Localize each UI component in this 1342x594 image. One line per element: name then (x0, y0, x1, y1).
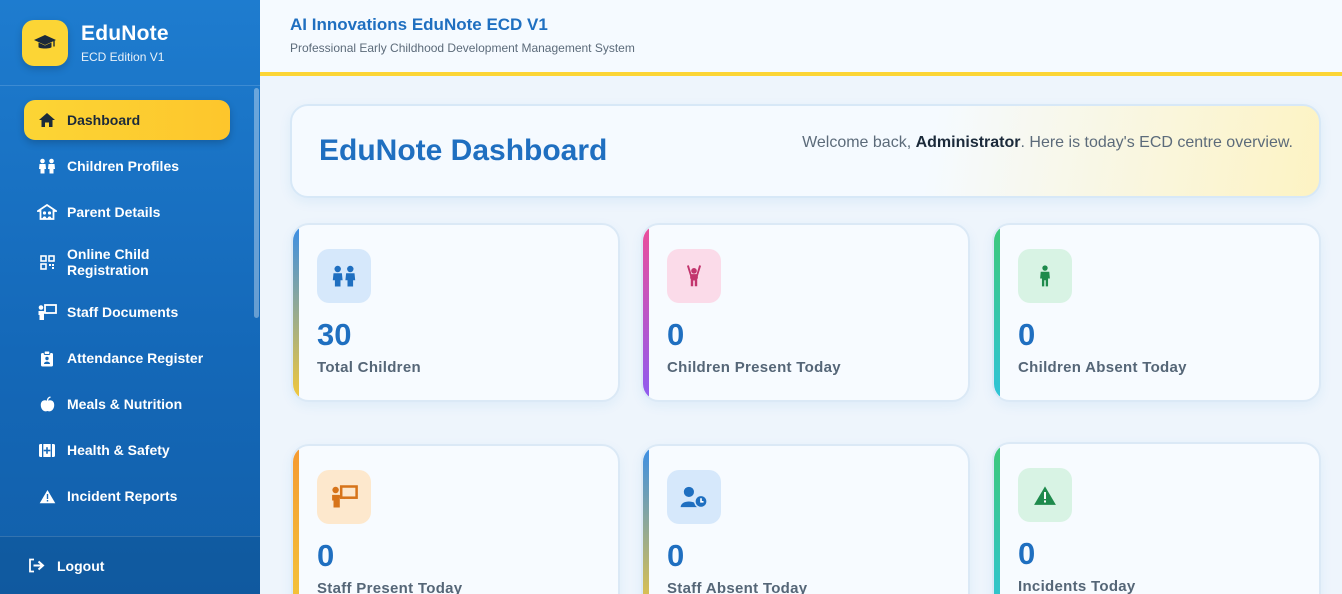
header-subtitle: Professional Early Childhood Development… (290, 41, 635, 55)
stat-label: Staff Present Today (317, 580, 463, 594)
sidebar-item-children-profiles[interactable]: Children Profiles (24, 146, 230, 186)
sidebar-item-attendance-register[interactable]: Attendance Register (24, 338, 230, 378)
sidebar-item-label: Health & Safety (67, 442, 170, 458)
sidebar-item-health-safety[interactable]: Health & Safety (24, 430, 230, 470)
sidebar-item-meals-nutrition[interactable]: Meals & Nutrition (24, 384, 230, 424)
brand[interactable]: EduNote ECD Edition V1 (0, 0, 260, 86)
stat-card-staff-absent[interactable]: 0 Staff Absent Today (641, 444, 970, 594)
stat-card-incidents[interactable]: 0 Incidents Today (992, 442, 1321, 594)
stat-value: 0 (667, 538, 685, 573)
stat-value: 0 (1018, 536, 1036, 571)
stat-label: Total Children (317, 359, 421, 376)
stat-card-children-present[interactable]: 0 Children Present Today (641, 223, 970, 402)
welcome-user: Administrator (915, 134, 1021, 151)
warning-icon (1018, 468, 1072, 522)
welcome-suffix: . Here is today's ECD centre overview. (1020, 134, 1294, 151)
clipboard-icon (37, 348, 57, 368)
user-clock-icon (667, 470, 721, 524)
teacher-icon (317, 470, 371, 524)
qrcode-icon (37, 252, 57, 272)
logout-button[interactable]: Logout (0, 536, 260, 594)
sidebar: EduNote ECD Edition V1 Dashboard Childre… (0, 0, 260, 594)
logout-icon (28, 558, 45, 573)
brand-subtitle: ECD Edition V1 (81, 49, 165, 64)
sidebar-item-label: Meals & Nutrition (67, 396, 183, 412)
stat-card-total-children[interactable]: 30 Total Children (291, 223, 620, 402)
sidebar-item-label: Incident Reports (67, 488, 178, 504)
sidebar-item-dashboard[interactable]: Dashboard (24, 100, 230, 140)
welcome-message: Welcome back, Administrator. Here is tod… (802, 134, 1293, 152)
welcome-prefix: Welcome back, (802, 134, 916, 151)
stat-value: 0 (317, 538, 335, 573)
stat-value: 0 (667, 317, 685, 352)
stat-label: Children Present Today (667, 359, 841, 376)
sidebar-item-label: Children Profiles (67, 158, 180, 174)
sidebar-item-staff-documents[interactable]: Staff Documents (24, 292, 230, 332)
parents-icon (37, 202, 57, 222)
stat-label: Incidents Today (1018, 578, 1136, 594)
stat-card-children-absent[interactable]: 0 Children Absent Today (992, 223, 1321, 402)
top-header: AI Innovations EduNote ECD V1 Profession… (260, 0, 1342, 72)
sidebar-item-label: Staff Documents (67, 304, 179, 320)
children-icon (37, 156, 57, 176)
home-icon (37, 110, 57, 130)
sidebar-item-label: Dashboard (67, 112, 141, 128)
sidebar-item-incident-reports[interactable]: Incident Reports (24, 476, 230, 516)
card-accent (643, 225, 649, 400)
card-accent (293, 225, 299, 400)
sidebar-item-label: Attendance Register (67, 350, 204, 366)
sidebar-nav: Dashboard Children Profiles Parent Detai… (0, 100, 255, 522)
stat-value: 30 (317, 317, 352, 352)
graduation-cap-icon (22, 19, 68, 66)
brand-name: EduNote (81, 21, 169, 45)
stat-label: Children Absent Today (1018, 359, 1187, 376)
sidebar-item-parent-details[interactable]: Parent Details (24, 192, 230, 232)
first-aid-icon (37, 440, 57, 460)
card-accent (994, 225, 1000, 400)
apple-icon (37, 394, 57, 414)
teacher-icon (37, 302, 57, 322)
children-icon (317, 249, 371, 303)
card-accent (293, 446, 299, 594)
stat-card-staff-present[interactable]: 0 Staff Present Today (291, 444, 620, 594)
page-title: EduNote Dashboard (319, 134, 608, 167)
stat-label: Staff Absent Today (667, 580, 808, 594)
welcome-card: EduNote Dashboard Welcome back, Administ… (290, 104, 1321, 198)
child-icon (1018, 249, 1072, 303)
card-accent (994, 444, 1000, 594)
sidebar-item-label: Parent Details (67, 204, 161, 220)
card-accent (643, 446, 649, 594)
warning-icon (37, 486, 57, 506)
sidebar-item-label: Online Child Registration (67, 246, 150, 278)
header-divider (260, 72, 1342, 76)
sidebar-item-online-child-registration[interactable]: Online Child Registration (24, 238, 230, 286)
logout-label: Logout (57, 557, 105, 574)
child-raised-hands-icon (667, 249, 721, 303)
stat-value: 0 (1018, 317, 1036, 352)
header-title: AI Innovations EduNote ECD V1 (290, 15, 548, 34)
